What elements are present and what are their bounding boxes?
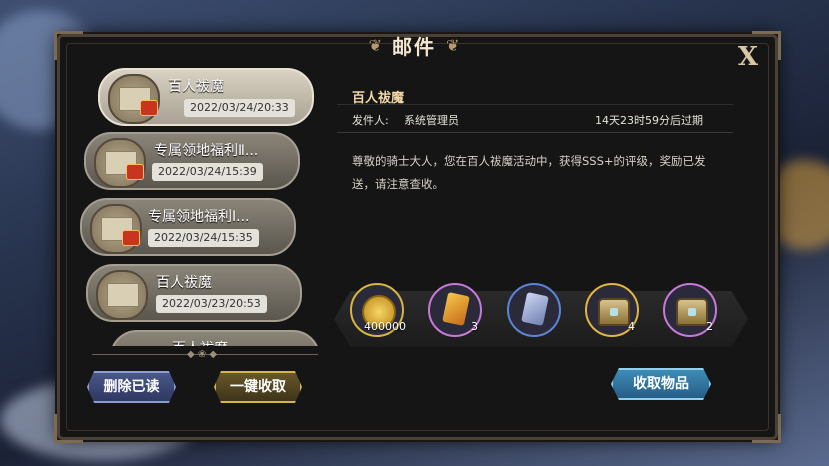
- list-item[interactable]: 百人祓魔 2022/03/23/20:53: [86, 264, 302, 322]
- reward-count: 400000: [364, 320, 406, 333]
- title-ornament-left-icon: ❦: [368, 35, 382, 55]
- silver-card-icon: [521, 292, 549, 326]
- mail-title: 百人祓魔: [172, 338, 228, 346]
- collect-all-button[interactable]: 一键收取: [214, 371, 302, 403]
- divider: [337, 132, 733, 133]
- sender-name: 系统管理员: [404, 114, 459, 127]
- gold-card-icon: [442, 292, 470, 326]
- reward-count: 2: [706, 320, 713, 333]
- close-button[interactable]: X: [733, 42, 763, 72]
- mail-title: 百人祓魔: [168, 79, 224, 95]
- expire-time: 14天23时59分后过期: [595, 114, 703, 127]
- mail-date: 2022/03/24/15:35: [148, 229, 259, 247]
- envelope-icon: [108, 74, 160, 124]
- reward-chest-gold[interactable]: 4: [585, 283, 639, 337]
- reward-gold-coin[interactable]: 400000: [350, 283, 406, 337]
- list-item[interactable]: 专属领地福利Ⅰ... 2022/03/24/15:35: [80, 198, 296, 256]
- treasure-chest-icon: [598, 298, 630, 326]
- sender-label: 发件人:: [352, 114, 389, 127]
- divider: [337, 104, 733, 105]
- window-title-plate: ❦ 邮件 ❦: [335, 28, 493, 62]
- list-item[interactable]: 百人祓魔: [110, 330, 320, 346]
- list-divider: ◆ ❀ ◆: [92, 349, 318, 360]
- mail-title: 百人祓魔: [156, 275, 212, 291]
- envelope-icon: [94, 138, 146, 188]
- title-ornament-right-icon: ❦: [446, 35, 460, 55]
- list-item[interactable]: 百人祓魔 2022/03/24/20:33: [98, 68, 314, 126]
- delete-read-button[interactable]: 删除已读: [87, 371, 176, 403]
- envelope-icon: [90, 204, 142, 254]
- mail-list[interactable]: 百人祓魔 2022/03/24/20:33 专属领地福利Ⅱ... 2022/03…: [80, 66, 320, 346]
- gift-icon: [126, 164, 144, 180]
- list-item[interactable]: 专属领地福利Ⅱ... 2022/03/24/15:39: [84, 132, 300, 190]
- gift-icon: [122, 230, 140, 246]
- reward-count: 3: [471, 320, 478, 333]
- mail-date: 2022/03/24/15:39: [152, 163, 263, 181]
- reward-chest-purple[interactable]: 2: [663, 283, 717, 337]
- mail-date: 2022/03/24/20:33: [184, 99, 295, 117]
- mail-body: 尊敬的骑士大人，您在百人祓魔活动中，获得SSS+的评级，奖励已发送，请注意查收。: [352, 154, 706, 191]
- collect-items-button[interactable]: 收取物品: [611, 368, 711, 400]
- gift-icon: [140, 100, 158, 116]
- reward-count: 4: [628, 320, 635, 333]
- mail-date: 2022/03/23/20:53: [156, 295, 267, 313]
- reward-silver-card[interactable]: [507, 283, 561, 337]
- envelope-icon: [96, 270, 148, 320]
- treasure-chest-icon: [676, 298, 708, 326]
- mail-title: 专属领地福利Ⅰ...: [148, 209, 250, 225]
- reward-gold-card[interactable]: 3: [428, 283, 482, 337]
- mail-title: 专属领地福利Ⅱ...: [154, 143, 259, 159]
- window-title: 邮件: [392, 34, 436, 59]
